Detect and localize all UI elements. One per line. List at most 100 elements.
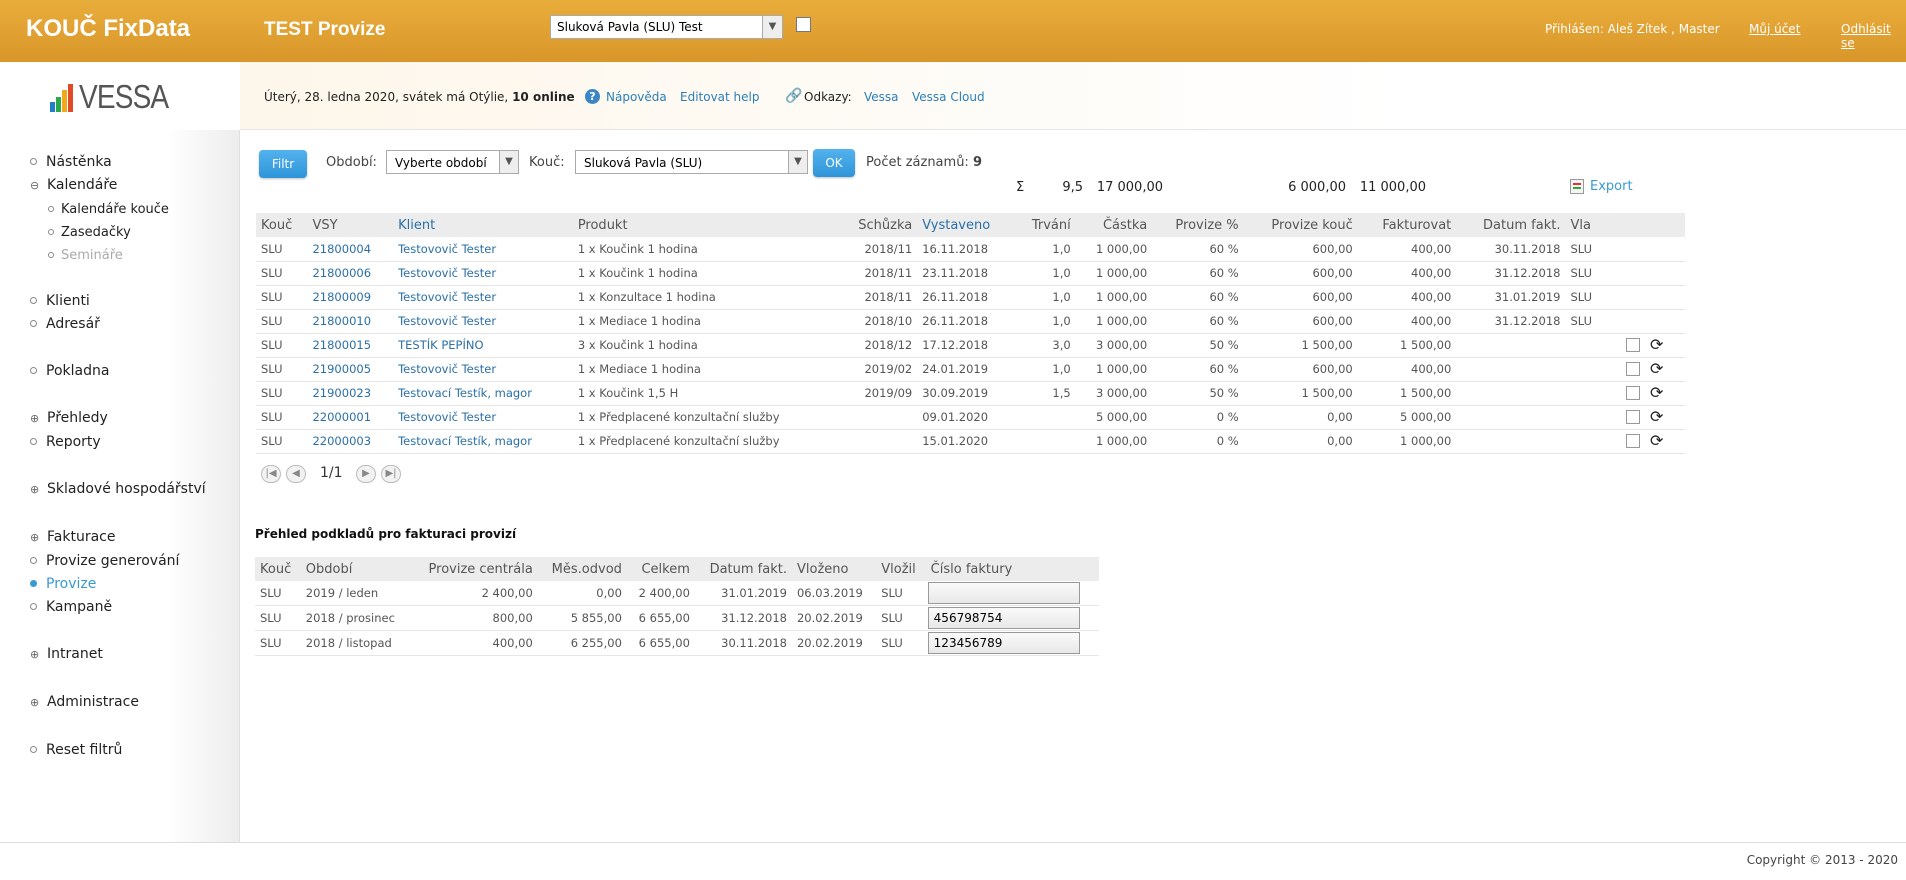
coach-select-top[interactable]: Sluková Pavla (SLU) Test ▼ — [550, 15, 783, 39]
logout-link[interactable]: Odhlásit se — [1841, 22, 1906, 50]
sidebar-item-pokladna[interactable]: Pokladna — [30, 363, 109, 379]
my-account-link[interactable]: Můj účet — [1749, 22, 1800, 36]
invoice-number-input[interactable] — [927, 607, 1080, 629]
export-button[interactable]: Export — [1570, 179, 1633, 194]
sync-icon[interactable]: ⟳ — [1650, 336, 1663, 352]
vessa-logo[interactable]: VESSA — [50, 80, 184, 113]
table-row: SLU 21900023 Testovací Testík, magor 1 x Ko… — [256, 381, 1685, 406]
cell-klient[interactable]: TESTÍK PEPÍNO — [393, 333, 573, 358]
cell-schuzka: 2018/11 — [837, 261, 918, 286]
column-header: Provize centrála — [410, 557, 538, 581]
cell-celkem: 6 655,00 — [626, 630, 695, 656]
cell-vystaveno: 16.11.2018 — [917, 237, 1015, 262]
row-checkbox[interactable] — [1626, 410, 1640, 425]
column-header[interactable]: Klient — [393, 213, 573, 237]
sidebar-item-reporty[interactable]: Reporty — [30, 434, 101, 450]
vessa-link[interactable]: Vessa — [864, 90, 899, 104]
chevron-down-icon[interactable]: ▼ — [788, 151, 807, 173]
expand-icon[interactable]: ⊕ — [30, 531, 40, 544]
top-checkbox[interactable] — [796, 17, 811, 32]
sidebar-item-provize-generovani[interactable]: Provize generování — [30, 553, 179, 569]
cell-vsy[interactable]: 21800006 — [307, 261, 394, 286]
cell-vsy[interactable]: 21800009 — [307, 285, 394, 310]
edit-help-link[interactable]: Editovat help — [680, 90, 760, 104]
sidebar-item-reset[interactable]: Reset filtrů — [30, 742, 122, 758]
cell-produkt: 1 x Předplacené konzultační služby — [572, 405, 838, 430]
first-page-icon[interactable]: |◀ — [261, 465, 281, 483]
column-header: Provize % — [1152, 213, 1244, 237]
cell-vsy[interactable]: 21800015 — [307, 333, 394, 358]
cell-vsy[interactable]: 21900005 — [307, 357, 394, 382]
column-header: Trvání — [1014, 213, 1076, 237]
cell-vsy[interactable]: 21800004 — [307, 237, 394, 262]
cell-vsy[interactable]: 21900023 — [307, 381, 394, 406]
cell-vsy[interactable]: 22000003 — [307, 429, 394, 454]
sidebar-item-kampane[interactable]: Kampaně — [30, 599, 112, 615]
expand-icon[interactable]: ⊕ — [30, 483, 40, 496]
cell-vystaveno: 09.01.2020 — [917, 405, 1015, 430]
footer: Copyright © 2013 - 2020 — [0, 842, 1906, 880]
cell-klient[interactable]: Testovovič Tester — [393, 261, 573, 286]
coach-label: Kouč: — [529, 155, 565, 170]
prev-page-icon[interactable]: ◀ — [286, 465, 306, 483]
last-page-icon[interactable]: ▶| — [381, 465, 401, 483]
expand-icon[interactable]: ⊕ — [30, 696, 40, 709]
invoice-number-input[interactable] — [927, 582, 1080, 604]
cell-vsy[interactable]: 22000001 — [307, 405, 394, 430]
chevron-down-icon[interactable]: ▼ — [762, 16, 782, 38]
row-checkbox[interactable] — [1626, 338, 1640, 353]
sidebar-item-adresar[interactable]: Adresář — [30, 316, 100, 332]
invoice-number-input[interactable] — [927, 632, 1080, 654]
expand-icon[interactable]: ⊕ — [30, 412, 40, 425]
sidebar-item-kalendare-kouce[interactable]: Kalendáře kouče — [48, 202, 169, 217]
coach-select[interactable]: Sluková Pavla (SLU) ▼ — [575, 150, 808, 174]
sidebar-item-kalendare[interactable]: ⊖ Kalendáře — [30, 177, 117, 193]
cell-datum — [1456, 405, 1566, 430]
help-icon[interactable]: ? — [585, 89, 600, 104]
sidebar-item-prehledy[interactable]: ⊕ Přehledy — [30, 410, 108, 426]
cell-klient[interactable]: Testovovič Tester — [393, 405, 573, 430]
help-link[interactable]: Nápověda — [606, 90, 667, 104]
vessa-cloud-link[interactable]: Vessa Cloud — [912, 90, 985, 104]
cell-schuzka: 2018/11 — [837, 237, 918, 262]
cell-klient[interactable]: Testovovič Tester — [393, 237, 573, 262]
expand-icon[interactable]: ⊕ — [30, 648, 40, 661]
sync-icon[interactable]: ⟳ — [1650, 384, 1663, 400]
sidebar-item-administrace[interactable]: ⊕ Administrace — [30, 694, 139, 710]
sync-icon[interactable]: ⟳ — [1650, 408, 1663, 424]
cell-fakturovat: 1 500,00 — [1357, 381, 1457, 406]
row-checkbox[interactable] — [1626, 362, 1640, 377]
cell-select — [1605, 333, 1645, 358]
sync-icon[interactable]: ⟳ — [1650, 360, 1663, 376]
collapse-icon[interactable]: ⊖ — [30, 179, 40, 192]
cell-klient[interactable]: Testovací Testík, magor — [393, 381, 573, 406]
sync-icon[interactable]: ⟳ — [1650, 432, 1663, 448]
period-select[interactable]: Vyberte období ▼ — [386, 150, 519, 174]
cell-provize: 60 % — [1152, 261, 1244, 286]
sidebar-item-nastenka[interactable]: Nástěnka — [30, 154, 112, 170]
cell-klient[interactable]: Testovací Testík, magor — [393, 429, 573, 454]
cell-vsy[interactable]: 21800010 — [307, 309, 394, 334]
sidebar-item-zasedacky[interactable]: Zasedačky — [48, 225, 131, 240]
period-select-value: Vyberte období — [395, 156, 487, 170]
column-header: Fakturovat — [1357, 213, 1457, 237]
sidebar-item-klienti[interactable]: Klienti — [30, 293, 90, 309]
cell-kouc: SLU — [256, 309, 308, 334]
row-checkbox[interactable] — [1626, 386, 1640, 401]
sidebar-item-fakturace[interactable]: ⊕ Fakturace — [30, 529, 115, 545]
sidebar-item-intranet[interactable]: ⊕ Intranet — [30, 646, 103, 662]
column-header[interactable]: Vystaveno — [917, 213, 1015, 237]
cell-fakturovat: 1 000,00 — [1357, 429, 1457, 454]
cell-klient[interactable]: Testovovič Tester — [393, 285, 573, 310]
column-header-actions — [1605, 213, 1645, 237]
sidebar-item-sklad[interactable]: ⊕ Skladové hospodářství — [30, 481, 206, 497]
sidebar-item-provize[interactable]: Provize — [30, 576, 96, 592]
cell-klient[interactable]: Testovovič Tester — [393, 357, 573, 382]
ok-button[interactable]: OK — [813, 149, 855, 177]
chevron-down-icon[interactable]: ▼ — [499, 151, 518, 173]
cell-schuzka: 2019/09 — [837, 381, 918, 406]
row-checkbox[interactable] — [1626, 434, 1640, 449]
next-page-icon[interactable]: ▶ — [356, 465, 376, 483]
filter-button[interactable]: Filtr — [259, 150, 307, 178]
cell-klient[interactable]: Testovovič Tester — [393, 309, 573, 334]
